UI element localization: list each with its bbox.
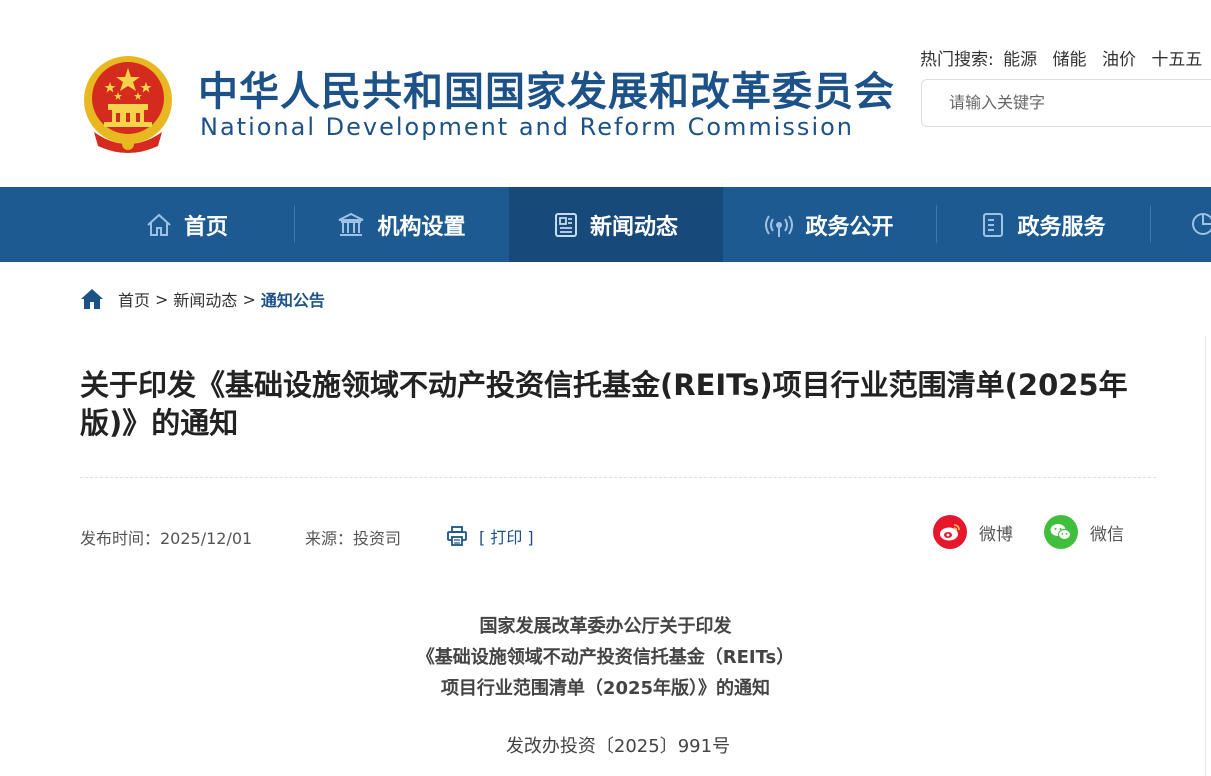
breadcrumb-current[interactable]: 通知公告 [261, 287, 325, 311]
share-wechat-button[interactable]: 微信 [1044, 515, 1124, 549]
nav-label: 机构设置 [377, 214, 466, 240]
nav-divider [1150, 205, 1151, 243]
print-button[interactable]: [ 打印 ] [447, 524, 534, 548]
breadcrumb-separator: > [155, 289, 169, 309]
hot-search-label: 热门搜索: [920, 50, 994, 70]
news-icon [554, 212, 577, 237]
institution-icon [339, 212, 364, 236]
national-emblem-logo[interactable] [80, 52, 176, 156]
nav-item-government-affairs[interactable]: 政务公开 [723, 187, 936, 262]
nav-label: 首页 [183, 214, 228, 240]
main-nav: 首页 机构设置 新闻动态 政务公开 政务服务 [0, 187, 1211, 262]
share-wechat-label: 微信 [1090, 524, 1124, 545]
nav-label: 政务公开 [805, 214, 894, 240]
nav-label: 政务服务 [1017, 214, 1106, 240]
broadcast-icon [765, 214, 794, 237]
document-number: 发改办投资〔2025〕991号 [505, 736, 731, 757]
hot-search-term[interactable]: 能源 [1003, 50, 1037, 70]
nav-item-news[interactable]: 新闻动态 [509, 187, 723, 262]
breadcrumb: 首页 > 新闻动态 > 通知公告 [80, 287, 325, 311]
search-input[interactable] [947, 92, 1191, 113]
article-source: 来源：投资司 [305, 529, 402, 548]
publish-time: 发布时间：2025/12/01 [80, 529, 253, 548]
hot-search-term[interactable]: 储能 [1053, 50, 1087, 70]
chart-icon [1192, 213, 1211, 235]
title-divider [80, 477, 1156, 478]
site-title-english[interactable]: National Development and Reform Commissi… [200, 112, 854, 142]
sidebar-border [1205, 336, 1206, 776]
nav-item-partial[interactable] [1190, 211, 1211, 241]
nav-item-home[interactable]: 首页 [80, 187, 294, 262]
hot-search-bar: 热门搜索: 能源 储能 油价 十五五 中 [920, 45, 1211, 70]
home-icon[interactable] [80, 288, 104, 310]
search-box [921, 79, 1211, 127]
breadcrumb-separator: > [242, 289, 256, 309]
home-icon [147, 213, 171, 236]
weibo-icon [933, 515, 967, 549]
document-icon [983, 212, 1004, 237]
breadcrumb-news[interactable]: 新闻动态 [173, 287, 237, 311]
wechat-icon [1044, 515, 1078, 549]
print-label: [ 打印 ] [479, 528, 534, 547]
nav-item-institutions[interactable]: 机构设置 [295, 187, 508, 262]
article-title: 关于印发《基础设施领域不动产投资信托基金(REITs)项目行业范围清单(2025… [80, 368, 1128, 440]
hot-search-term[interactable]: 十五五 [1151, 50, 1202, 70]
printer-icon [447, 526, 467, 546]
hot-search-term[interactable]: 油价 [1102, 50, 1136, 70]
document-heading-line: 国家发展改革委办公厅关于印发 [479, 616, 732, 637]
nav-item-government-services[interactable]: 政务服务 [937, 187, 1150, 262]
nav-label: 新闻动态 [589, 214, 678, 240]
share-weibo-label: 微博 [979, 524, 1013, 545]
document-heading-line: 项目行业范围清单（2025年版）》的通知 [440, 678, 771, 699]
share-weibo-button[interactable]: 微博 [933, 515, 1013, 549]
site-title-chinese[interactable]: 中华人民共和国国家发展和改革委员会 [198, 66, 895, 118]
breadcrumb-home[interactable]: 首页 [118, 287, 150, 311]
document-heading-line: 《基础设施领域不动产投资信托基金（REITs） [416, 647, 795, 668]
